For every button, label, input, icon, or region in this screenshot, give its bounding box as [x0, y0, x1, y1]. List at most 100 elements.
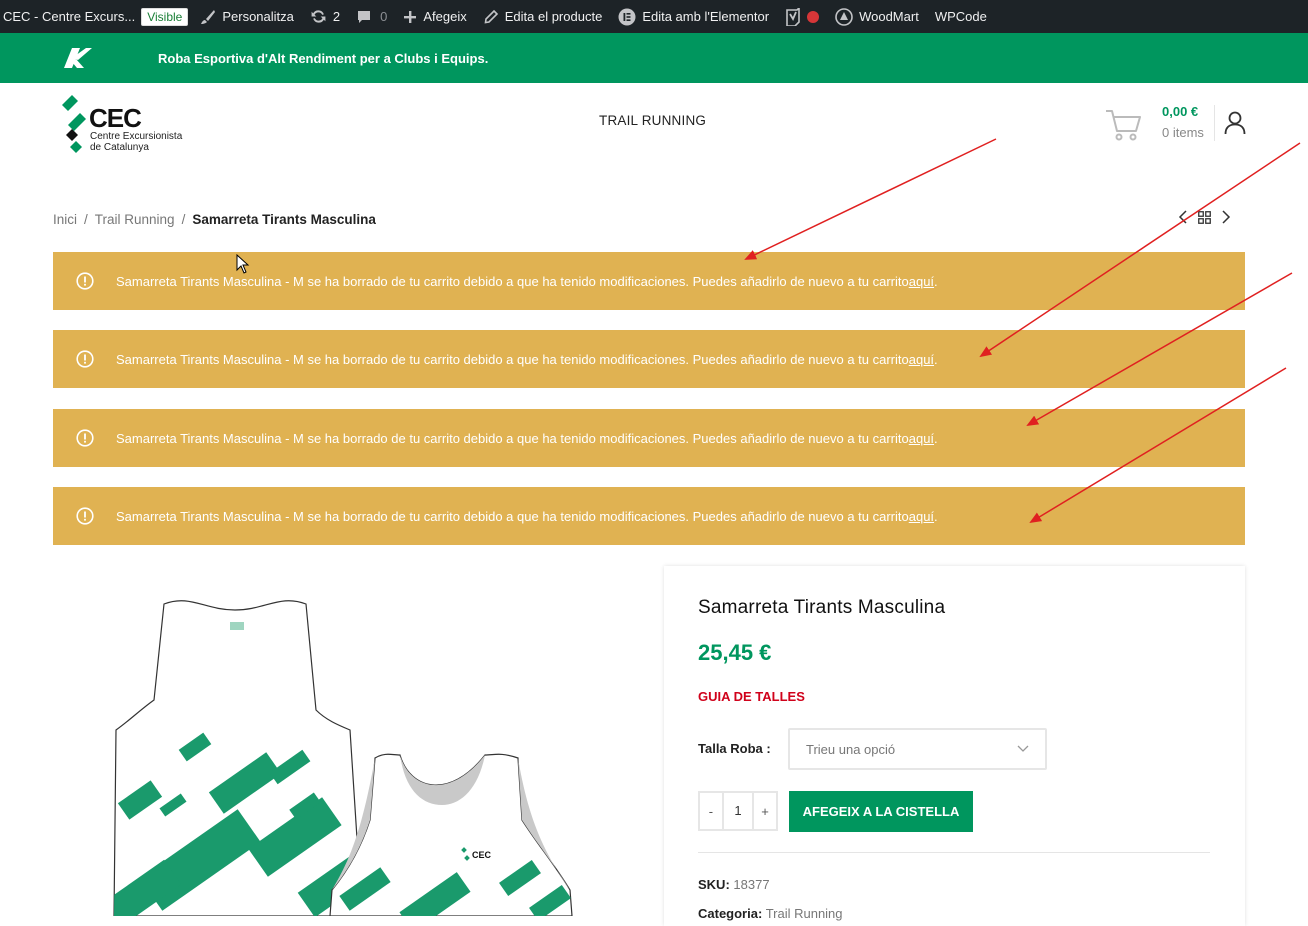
notice-end: . — [934, 273, 938, 289]
size-select[interactable]: Trieu una opció — [788, 728, 1047, 770]
category-link[interactable]: Trail Running — [766, 906, 843, 921]
neck-logo — [230, 622, 244, 630]
product-price: 25,45 € — [698, 640, 772, 665]
comments-count: 0 — [380, 9, 388, 24]
seo-status-dot — [807, 10, 820, 23]
notice-text: Samarreta Tirants Masculina - M se ha bo… — [116, 430, 909, 446]
notice-end: . — [934, 508, 938, 524]
yoast-link[interactable] — [777, 0, 827, 33]
krux-logo-mark — [64, 48, 92, 68]
promo-bar: Roba Esportiva d'Alt Rendiment per a Clu… — [0, 33, 1308, 83]
cart-total[interactable]: 0,00 € — [1162, 104, 1198, 119]
woodmart-link[interactable]: WoodMart — [827, 0, 927, 33]
warning-icon — [76, 429, 94, 447]
cec-logo[interactable]: CEC Centre Excursionista de Catalunya — [62, 95, 202, 155]
tank-top-illustration: CEC — [113, 600, 573, 916]
cart-notice: Samarreta Tirants Masculina - M se ha bo… — [53, 252, 1245, 310]
breadcrumb-category[interactable]: Trail Running — [95, 212, 175, 227]
admin-site-name: CEC - Centre Excurs... — [3, 9, 136, 24]
size-select-placeholder: Trieu una opció — [806, 741, 896, 757]
wpcode-label: WPCode — [934, 9, 987, 24]
warning-icon — [76, 507, 94, 525]
notice-text: Samarreta Tirants Masculina - M se ha bo… — [116, 351, 909, 367]
brush-icon — [201, 9, 216, 24]
wpcode-link[interactable]: WPCode — [927, 0, 995, 33]
category-label: Categoria: — [698, 906, 763, 921]
next-product-icon[interactable] — [1221, 210, 1231, 224]
warning-icon — [76, 350, 94, 368]
chevron-down-icon — [1017, 745, 1029, 752]
product-title: Samarreta Tirants Masculina — [698, 597, 946, 618]
nav-item-trail-running[interactable]: TRAIL RUNNING — [599, 113, 706, 128]
qty-plus-button[interactable]: + — [754, 804, 776, 819]
yoast-icon — [786, 7, 800, 26]
cart-count[interactable]: 0 items — [1162, 125, 1204, 140]
logo-title: CEC — [89, 103, 142, 133]
krux-logo[interactable] — [58, 46, 146, 70]
size-label: Talla Roba : — [698, 741, 771, 756]
add-new-link[interactable]: Afegeix — [395, 0, 474, 33]
cec-logo-mark — [62, 95, 86, 153]
wp-admin-bar: CEC - Centre Excurs... Visible Personali… — [0, 0, 1308, 33]
product-summary: Samarreta Tirants Masculina 25,45 € GUIA… — [664, 566, 1245, 926]
re-add-link[interactable]: aquí — [909, 431, 934, 446]
edit-product-link[interactable]: Edita el producte — [475, 0, 611, 33]
logo-subtitle-2: de Catalunya — [90, 142, 149, 153]
site-header: CEC Centre Excursionista de Catalunya TR… — [0, 83, 1308, 168]
plus-icon — [404, 10, 417, 23]
shirt-logo-text: CEC — [472, 850, 492, 860]
elementor-icon — [618, 8, 636, 25]
annotation-arrow — [979, 142, 1301, 358]
notice-end: . — [934, 351, 938, 367]
size-guide-link[interactable]: GUIA DE TALLES — [698, 689, 805, 704]
admin-site-link[interactable]: CEC - Centre Excurs... — [0, 0, 141, 33]
re-add-link[interactable]: aquí — [909, 509, 934, 524]
comment-icon — [358, 10, 371, 23]
user-account-icon[interactable] — [1224, 111, 1246, 135]
qty-input[interactable]: 1 — [721, 793, 755, 829]
edit-elementor-link[interactable]: Edita amb l'Elementor — [610, 0, 777, 33]
pencil-icon — [484, 9, 498, 23]
quantity-stepper: - 1 + — [698, 791, 778, 831]
header-divider — [1214, 105, 1215, 141]
divider — [698, 852, 1210, 853]
notice-text: Samarreta Tirants Masculina - M se ha bo… — [116, 508, 909, 524]
breadcrumb-current: Samarreta Tirants Masculina — [192, 212, 376, 227]
updates-count: 2 — [332, 9, 341, 24]
re-add-link[interactable]: aquí — [909, 352, 934, 367]
updates-link[interactable]: 2 — [302, 0, 348, 33]
mouse-cursor-icon — [236, 254, 250, 274]
edit-elementor-label: Edita amb l'Elementor — [642, 9, 770, 24]
add-new-label: Afegeix — [423, 9, 467, 24]
customize-label: Personalitza — [222, 9, 294, 24]
grid-icon[interactable] — [1198, 210, 1211, 224]
add-to-cart-button[interactable]: AFEGEIX A LA CISTELLA — [789, 791, 973, 832]
product-navigation — [1178, 210, 1231, 224]
notice-end: . — [934, 430, 938, 446]
product-image[interactable]: CEC — [100, 590, 580, 916]
woodmart-label: WoodMart — [859, 9, 919, 24]
sku-label: SKU: — [698, 877, 730, 892]
logo-subtitle-1: Centre Excursionista — [90, 131, 183, 142]
qty-minus-button[interactable]: - — [700, 804, 722, 819]
breadcrumb-separator: / — [84, 212, 88, 227]
visible-badge: Visible — [141, 7, 189, 26]
comments-link[interactable]: 0 — [348, 0, 395, 33]
customize-link[interactable]: Personalitza — [192, 0, 302, 33]
cart-icon[interactable] — [1104, 107, 1144, 143]
breadcrumb: Inici / Trail Running / Samarreta Tirants Ma… — [53, 212, 376, 227]
breadcrumb-separator: / — [181, 212, 186, 227]
woodmart-icon — [835, 7, 853, 26]
category-row: Categoria: Trail Running — [698, 906, 843, 921]
cart-notice: Samarreta Tirants Masculina - M se ha bo… — [53, 409, 1245, 467]
edit-product-label: Edita el producte — [504, 9, 603, 24]
breadcrumb-home[interactable]: Inici — [53, 212, 77, 227]
notice-text: Samarreta Tirants Masculina - M se ha bo… — [116, 273, 909, 289]
refresh-icon — [311, 10, 326, 23]
warning-icon — [76, 272, 94, 290]
promo-text: Roba Esportiva d'Alt Rendiment per a Clu… — [158, 50, 489, 66]
previous-product-icon[interactable] — [1178, 210, 1188, 224]
re-add-link[interactable]: aquí — [909, 274, 934, 289]
cart-notice: Samarreta Tirants Masculina - M se ha bo… — [53, 487, 1245, 545]
cart-notice: Samarreta Tirants Masculina - M se ha bo… — [53, 330, 1245, 388]
